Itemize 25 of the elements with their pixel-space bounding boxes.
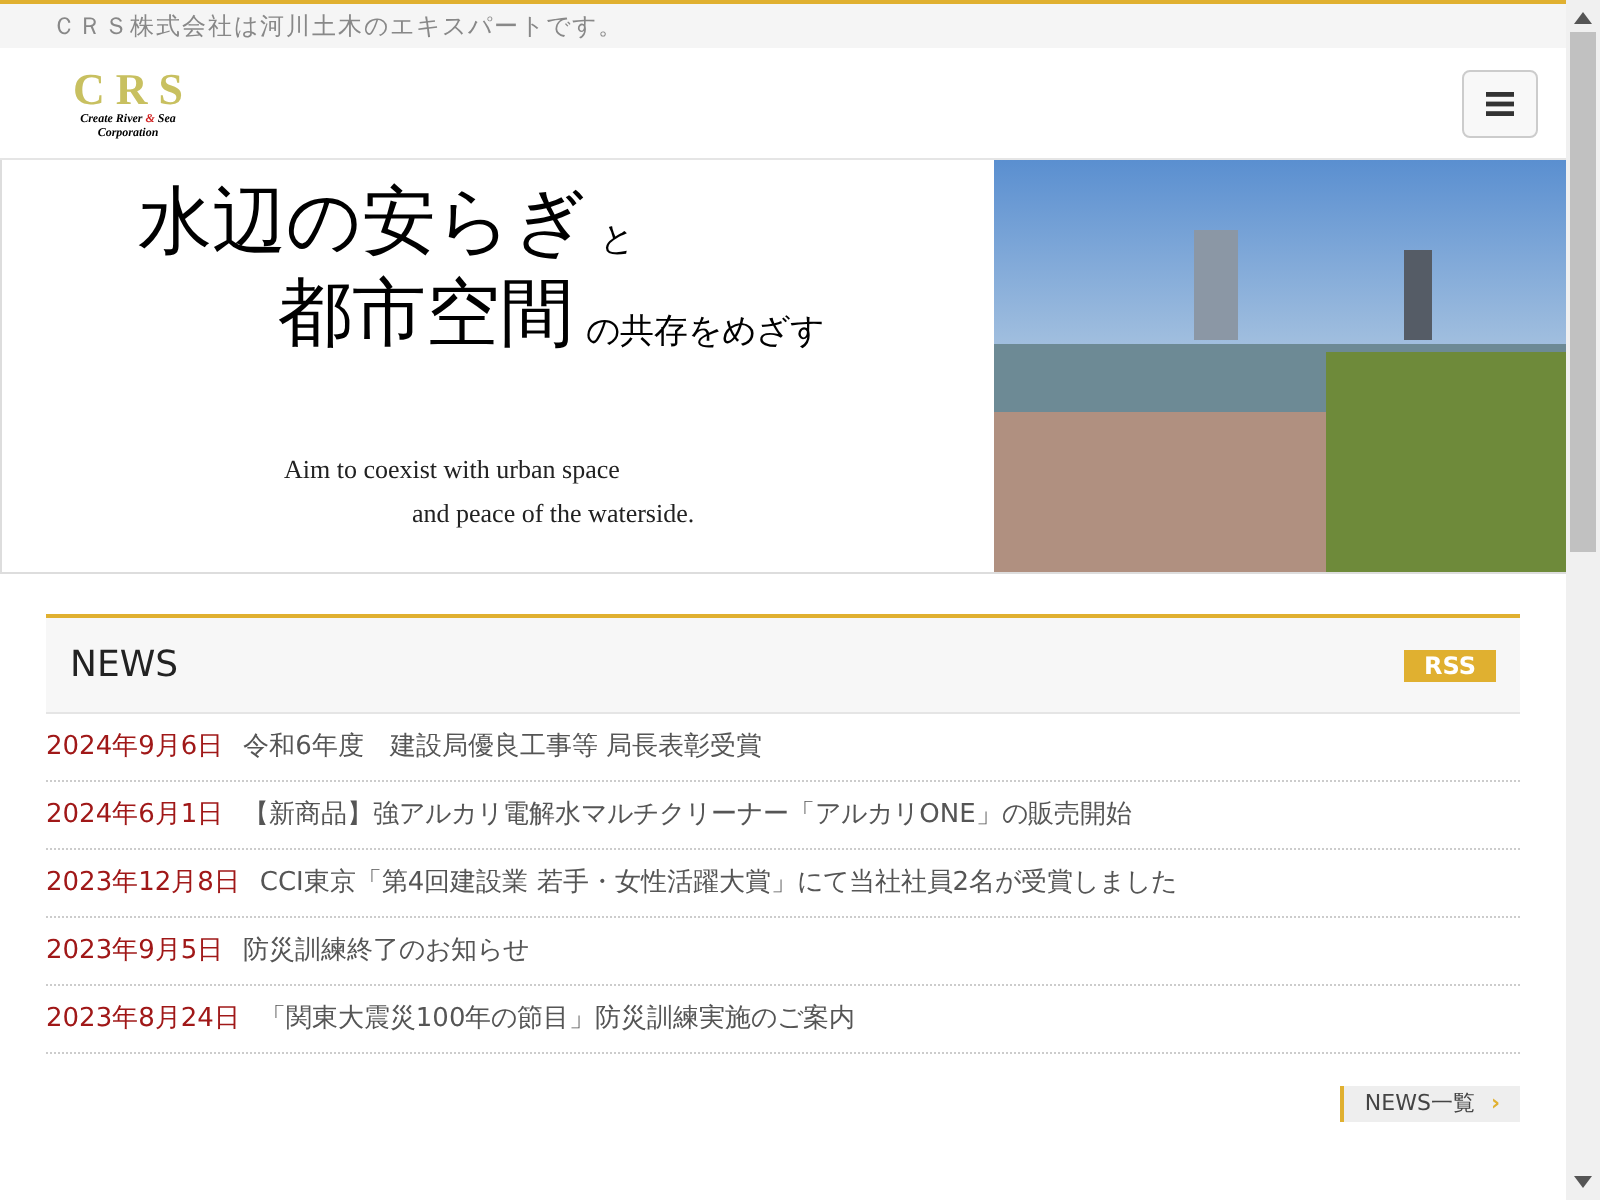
news-headline[interactable]: 令和6年度 建設局優良工事等 局長表彰受賞 [243, 727, 763, 767]
news-headline[interactable]: 防災訓練終了のお知らせ [243, 931, 530, 971]
news-date: 2024年9月6日 [46, 729, 224, 766]
menu-button[interactable] [1462, 69, 1538, 137]
headline-suffix: と [600, 218, 634, 264]
all-news-button[interactable]: NEWS一覧 › [1340, 1086, 1520, 1122]
scroll-thumb[interactable] [1570, 32, 1596, 552]
english-slogan: Aim to coexist with urban space [282, 452, 622, 488]
news-date: 2023年9月5日 [46, 933, 224, 970]
news-title: NEWS [70, 642, 179, 690]
news-date: 2023年8月24日 [46, 1001, 240, 1038]
menu-icon [1486, 91, 1514, 115]
scroll-up-icon[interactable] [1574, 12, 1592, 24]
headline-suffix: の共存をめざす [586, 310, 824, 356]
english-slogan: and peace of the waterside. [410, 496, 697, 532]
news-date: 2024年6月1日 [46, 797, 224, 834]
tagline: ＣＲＳ株式会社は河川土木のエキスパートです。 [52, 10, 624, 44]
scroll-down-icon[interactable] [1574, 1176, 1592, 1188]
news-date: 2023年12月8日 [46, 865, 240, 902]
scrollbar[interactable] [1566, 0, 1600, 1200]
news-headline[interactable]: 「関東大震災100年の節目」防災訓練実施のご案内 [259, 999, 856, 1039]
headline-text: 都市空間 [278, 268, 574, 360]
headline-text: 水辺の安らぎ [138, 176, 588, 268]
news-headline[interactable]: 【新商品】強アルカリ電解水マルチクリーナー「アルカリONE」の販売開始 [243, 795, 1132, 835]
news-headline[interactable]: CCI東京「第4回建設業 若手・女性活躍大賞」にて当社社員2名が受賞しました [259, 863, 1178, 903]
